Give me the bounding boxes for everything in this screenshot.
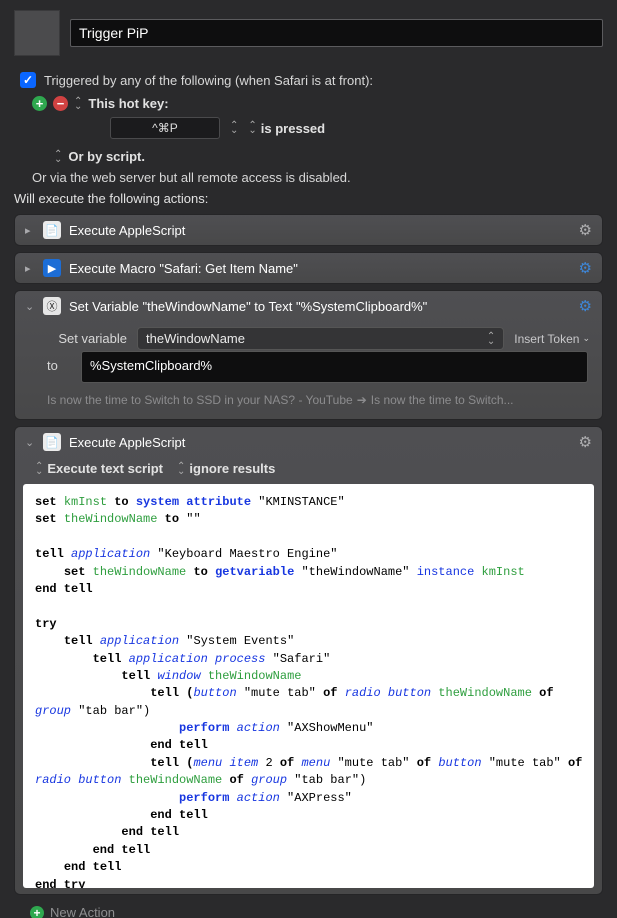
insert-token-button[interactable]: Insert Token⌄ — [514, 332, 590, 346]
action-card-applescript: ⌄ 📄 Execute AppleScript ⚙ Execute text s… — [14, 426, 603, 895]
gear-icon[interactable]: ⚙ — [579, 259, 592, 277]
new-action-label[interactable]: New Action — [50, 905, 115, 918]
gear-icon[interactable]: ⚙ — [579, 221, 592, 239]
gear-icon[interactable]: ⚙ — [579, 297, 592, 315]
enabled-checkbox[interactable]: ✓ — [20, 72, 36, 88]
add-action-button[interactable]: + — [30, 906, 44, 918]
action-title: Execute AppleScript — [69, 435, 185, 450]
action-card-set-variable: ⌄ Ⓧ Set Variable "theWindowName" to Text… — [14, 290, 603, 420]
add-trigger-button[interactable]: + — [32, 96, 47, 111]
remove-trigger-button[interactable]: − — [53, 96, 68, 111]
or-by-script-label: Or by script. — [68, 149, 145, 164]
trigger-type-selector[interactable] — [74, 99, 82, 109]
action-card: ▸ ▶ Execute Macro "Safari: Get Item Name… — [14, 252, 603, 284]
webserver-note: Or via the web server but all remote acc… — [32, 170, 603, 185]
macro-icon: ▶ — [43, 259, 61, 277]
variable-preview: Is now the time to Switch to SSD in your… — [47, 393, 590, 407]
variable-icon: Ⓧ — [43, 297, 61, 315]
script-trigger-selector[interactable] — [54, 152, 62, 162]
set-variable-label: Set variable — [47, 331, 127, 346]
script-code-editor[interactable]: set kmInst to system attribute "KMINSTAN… — [23, 484, 594, 888]
disclosure-icon[interactable]: ⌄ — [25, 436, 35, 449]
variable-name-select[interactable]: theWindowName — [137, 327, 504, 350]
to-label: to — [47, 358, 71, 373]
hotkey-selector-icon[interactable] — [230, 123, 238, 133]
disclosure-icon[interactable]: ▸ — [25, 262, 35, 275]
script-result-selector[interactable]: ignore results — [177, 461, 275, 476]
trigger-label: Triggered by any of the following (when … — [44, 73, 373, 88]
applescript-icon: 📄 — [43, 221, 61, 239]
disclosure-icon[interactable]: ⌄ — [25, 300, 35, 313]
script-source-selector[interactable]: Execute text script — [35, 461, 163, 476]
to-value-input[interactable]: %SystemClipboard% — [81, 351, 588, 383]
actions-section-label: Will execute the following actions: — [14, 191, 603, 206]
hotkey-trigger-label: This hot key: — [88, 96, 168, 111]
hotkey-field[interactable]: ^⌘P — [110, 117, 220, 139]
hotkey-mode-selector[interactable]: is pressed — [248, 121, 325, 136]
action-title: Execute AppleScript — [69, 223, 185, 238]
applescript-icon: 📄 — [43, 433, 61, 451]
macro-icon[interactable] — [14, 10, 60, 56]
gear-icon[interactable]: ⚙ — [579, 433, 592, 451]
action-title: Set Variable "theWindowName" to Text "%S… — [69, 299, 427, 314]
macro-title-input[interactable] — [70, 19, 603, 47]
disclosure-icon[interactable]: ▸ — [25, 224, 35, 237]
action-title: Execute Macro "Safari: Get Item Name" — [69, 261, 298, 276]
action-card: ▸ 📄 Execute AppleScript ⚙ — [14, 214, 603, 246]
